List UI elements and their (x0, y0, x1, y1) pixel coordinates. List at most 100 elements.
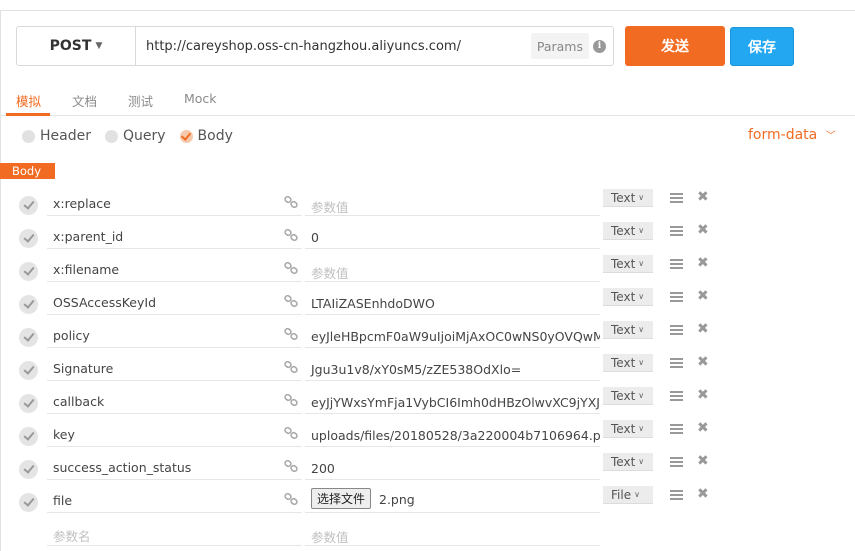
row-enabled-checkbox[interactable] (19, 328, 38, 347)
link-icon[interactable] (284, 195, 298, 209)
row-enabled-checkbox[interactable] (19, 493, 38, 512)
close-icon[interactable]: ✖ (697, 288, 709, 304)
param-value-input[interactable]: 200 (305, 454, 600, 480)
param-type-label: Text (611, 388, 636, 403)
new-param-value-input[interactable]: 参数值 (305, 520, 600, 546)
send-button[interactable]: 发送 (625, 26, 725, 66)
radio-header[interactable]: Header (22, 128, 91, 144)
close-icon[interactable]: ✖ (697, 222, 709, 238)
row-enabled-checkbox[interactable] (19, 460, 38, 479)
param-type-select[interactable]: Text ∨ (603, 354, 653, 372)
param-key: callback (53, 394, 105, 409)
param-value-input[interactable]: 参数值 (305, 256, 600, 282)
drag-handle-icon[interactable] (670, 424, 683, 434)
link-icon[interactable] (284, 360, 298, 374)
drag-handle-icon[interactable] (670, 292, 683, 302)
close-icon[interactable]: ✖ (697, 189, 709, 205)
radio-label: Query (122, 128, 166, 144)
radio-circle-icon (104, 129, 118, 143)
drag-handle-icon[interactable] (670, 259, 683, 269)
param-type-select[interactable]: File ∨ (603, 486, 653, 504)
param-key-input[interactable]: OSSAccessKeyId (47, 289, 302, 315)
link-icon[interactable] (284, 459, 298, 473)
tab-docs[interactable]: 文档 (72, 91, 97, 110)
param-type-select[interactable]: Text ∨ (603, 387, 653, 405)
param-type-select[interactable]: Text ∨ (603, 222, 653, 240)
close-icon[interactable]: ✖ (697, 486, 709, 502)
tab-test[interactable]: 测试 (128, 91, 153, 110)
row-enabled-checkbox[interactable] (19, 229, 38, 248)
close-icon[interactable]: ✖ (697, 255, 709, 271)
drag-handle-icon[interactable] (670, 325, 683, 335)
tab-mock[interactable]: Mock (184, 91, 217, 106)
tab-simulate[interactable]: 模拟 (16, 91, 41, 110)
param-key-input[interactable]: success_action_status (47, 454, 302, 480)
param-type-label: Text (611, 289, 636, 304)
param-value-input[interactable]: 选择文件 2.png (305, 487, 600, 513)
param-key: OSSAccessKeyId (53, 295, 157, 310)
row-enabled-checkbox[interactable] (19, 196, 38, 215)
param-key-input[interactable]: x:replace (47, 190, 302, 216)
link-icon[interactable] (284, 327, 298, 341)
radio-query[interactable]: Query (104, 128, 166, 144)
url-input[interactable]: http://careyshop.oss-cn-hangzhou.aliyunc… (136, 39, 531, 54)
drag-handle-icon[interactable] (670, 391, 683, 401)
param-value-input[interactable]: eyJleHBpcmF0aW9uIjoiMjAxOC0wNS0yOVQwMDox… (305, 322, 600, 348)
link-icon[interactable] (284, 261, 298, 275)
param-key: success_action_status (53, 460, 192, 475)
param-key-input[interactable]: x:filename (47, 256, 302, 282)
close-icon[interactable]: ✖ (697, 453, 709, 469)
param-type-select[interactable]: Text ∨ (603, 453, 653, 471)
method-dropdown[interactable]: POST ▼ (17, 27, 136, 65)
row-enabled-checkbox[interactable] (19, 361, 38, 380)
param-value-input[interactable]: 参数值 (305, 190, 600, 216)
link-icon[interactable] (284, 228, 298, 242)
param-value: Jgu3u1v8/xY0sM5/zZE538OdXlo= (311, 362, 522, 377)
drag-handle-icon[interactable] (670, 457, 683, 467)
params-button[interactable]: Params (530, 33, 589, 59)
param-key: x:filename (53, 262, 120, 277)
close-icon[interactable]: ✖ (697, 321, 709, 337)
drag-handle-icon[interactable] (670, 226, 683, 236)
param-value-input[interactable]: uploads/files/20180528/3a220004b7106964.… (305, 421, 600, 447)
body-format-label: form-data (748, 127, 818, 143)
param-key-input[interactable]: key (47, 421, 302, 447)
close-icon[interactable]: ✖ (697, 354, 709, 370)
param-type-select[interactable]: Text ∨ (603, 420, 653, 438)
link-icon[interactable] (284, 393, 298, 407)
param-type-select[interactable]: Text ∨ (603, 255, 653, 273)
save-button[interactable]: 保存 (730, 27, 794, 66)
info-icon[interactable]: i (593, 39, 606, 53)
param-value: uploads/files/20180528/3a220004b7106964.… (311, 428, 600, 443)
link-icon[interactable] (284, 492, 298, 506)
close-icon[interactable]: ✖ (697, 420, 709, 436)
param-type-select[interactable]: Text ∨ (603, 288, 653, 306)
link-icon[interactable] (284, 294, 298, 308)
choose-file-button[interactable]: 选择文件 (311, 488, 372, 509)
row-enabled-checkbox[interactable] (19, 262, 38, 281)
param-value-input[interactable]: Jgu3u1v8/xY0sM5/zZE538OdXlo= (305, 355, 600, 381)
param-value-input[interactable]: 0 (305, 223, 600, 249)
body-badge: Body (0, 163, 55, 179)
body-format-dropdown[interactable]: form-data ﹀ (748, 127, 836, 143)
param-value-input[interactable]: eyJjYWxsYmFja1VybCI6Imh0dHBzOlwvXC9jYXJl… (305, 388, 600, 414)
row-enabled-checkbox[interactable] (19, 394, 38, 413)
param-value-input[interactable]: LTAIiZASEnhdoDWO (305, 289, 600, 315)
param-key-input[interactable]: file (47, 487, 302, 513)
param-value-placeholder: 参数值 (311, 530, 349, 545)
param-key-input[interactable]: callback (47, 388, 302, 414)
new-param-key-input[interactable]: 参数名 (47, 520, 302, 546)
drag-handle-icon[interactable] (670, 193, 683, 203)
drag-handle-icon[interactable] (670, 358, 683, 368)
param-type-select[interactable]: Text ∨ (603, 189, 653, 207)
link-icon[interactable] (284, 426, 298, 440)
close-icon[interactable]: ✖ (697, 387, 709, 403)
param-key-input[interactable]: x:parent_id (47, 223, 302, 249)
row-enabled-checkbox[interactable] (19, 295, 38, 314)
drag-handle-icon[interactable] (670, 490, 683, 500)
radio-body[interactable]: Body (179, 128, 233, 144)
param-key-input[interactable]: policy (47, 322, 302, 348)
param-key-input[interactable]: Signature (47, 355, 302, 381)
row-enabled-checkbox[interactable] (19, 427, 38, 446)
param-type-select[interactable]: Text ∨ (603, 321, 653, 339)
